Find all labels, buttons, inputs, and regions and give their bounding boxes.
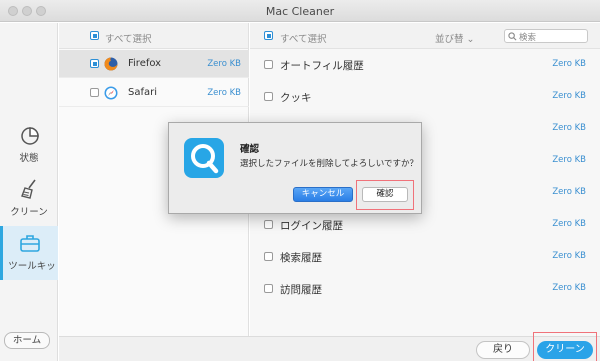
pie-chart-icon (21, 127, 39, 145)
search-icon (508, 32, 517, 41)
history-row-visited[interactable]: 訪問履歴 Zero KB (250, 273, 600, 305)
item-size: Zero KB (552, 59, 586, 69)
item-size: Zero KB (552, 251, 586, 261)
nav-label-clean: クリーン (10, 207, 48, 218)
browser-list-header: すべて選択 (59, 23, 248, 49)
browser-select-all-label: すべて選択 (105, 34, 152, 45)
item-label: ログイン履歴 (280, 220, 343, 232)
confirm-dialog: 確認 選択したファイルを削除してよろしいですか？ キャンセル 確認 (168, 122, 422, 214)
history-row-autofill[interactable]: オートフィル履歴 Zero KB (250, 49, 600, 81)
history-row-search[interactable]: 検索履歴 Zero KB (250, 241, 600, 273)
home-button[interactable]: ホーム (4, 332, 50, 349)
dialog-title: 確認 (240, 144, 260, 155)
browser-name: Safari (128, 87, 158, 98)
history-row-cookies[interactable]: クッキ Zero KB (250, 81, 600, 113)
item-label: 検索履歴 (280, 252, 322, 264)
item-checkbox[interactable] (264, 252, 273, 261)
firefox-checkbox[interactable] (90, 59, 99, 68)
nav-item-toolkit[interactable]: ツールキッ (0, 226, 58, 280)
toolbox-icon (20, 235, 40, 252)
item-size: Zero KB (552, 219, 586, 229)
clean-button-highlight (533, 332, 597, 361)
browser-select-all-checkbox[interactable] (90, 31, 99, 40)
sort-dropdown[interactable]: 並び替 ⌄ (435, 31, 475, 45)
title-bar: Mac Cleaner (0, 0, 600, 22)
nav-item-clean[interactable]: クリーン (0, 172, 58, 226)
item-size: Zero KB (552, 91, 586, 101)
item-checkbox[interactable] (264, 60, 273, 69)
confirm-button-highlight (356, 180, 414, 210)
item-checkbox[interactable] (264, 284, 273, 293)
item-size: Zero KB (552, 283, 586, 293)
safari-checkbox[interactable] (90, 88, 99, 97)
item-checkbox[interactable] (264, 92, 273, 101)
browser-row-safari[interactable]: Safari Zero KB (59, 79, 249, 107)
sort-label: 並び替 (435, 34, 464, 45)
magnifier-icon (191, 144, 219, 174)
cancel-button[interactable]: キャンセル (293, 187, 353, 202)
window-title: Mac Cleaner (265, 5, 335, 18)
dialog-message: 選択したファイルを削除してよろしいですか？ (240, 159, 418, 169)
search-input[interactable]: 検索 (504, 29, 588, 43)
history-list-header: すべて選択 並び替 ⌄ 検索 (250, 23, 600, 49)
back-button[interactable]: 戻り (476, 341, 530, 359)
item-size: Zero KB (552, 123, 586, 133)
app-icon (184, 138, 224, 178)
browser-size: Zero KB (207, 59, 241, 69)
browser-row-firefox[interactable]: Firefox Zero KB (59, 50, 249, 78)
history-select-all-checkbox[interactable] (264, 31, 273, 40)
firefox-icon (104, 57, 118, 71)
item-size: Zero KB (552, 155, 586, 165)
search-placeholder: 検索 (519, 33, 537, 43)
chevron-down-icon: ⌄ (466, 34, 475, 45)
item-label: オートフィル履歴 (280, 60, 364, 72)
browser-size: Zero KB (207, 88, 241, 98)
bottom-bar: 戻り クリーン (59, 332, 600, 361)
broom-icon (21, 179, 36, 199)
item-size: Zero KB (552, 187, 586, 197)
left-nav: 状態 クリーン ツールキッ ホーム (0, 23, 58, 361)
nav-label-status: 状態 (19, 153, 39, 164)
nav-label-toolkit: ツールキッ (8, 261, 56, 272)
item-checkbox[interactable] (264, 220, 273, 229)
item-label: クッキ (280, 92, 312, 104)
item-label: 訪問履歴 (280, 284, 322, 296)
browser-name: Firefox (128, 58, 162, 69)
safari-icon (104, 86, 118, 100)
nav-item-status[interactable]: 状態 (0, 118, 58, 172)
history-select-all-label: すべて選択 (280, 34, 327, 45)
